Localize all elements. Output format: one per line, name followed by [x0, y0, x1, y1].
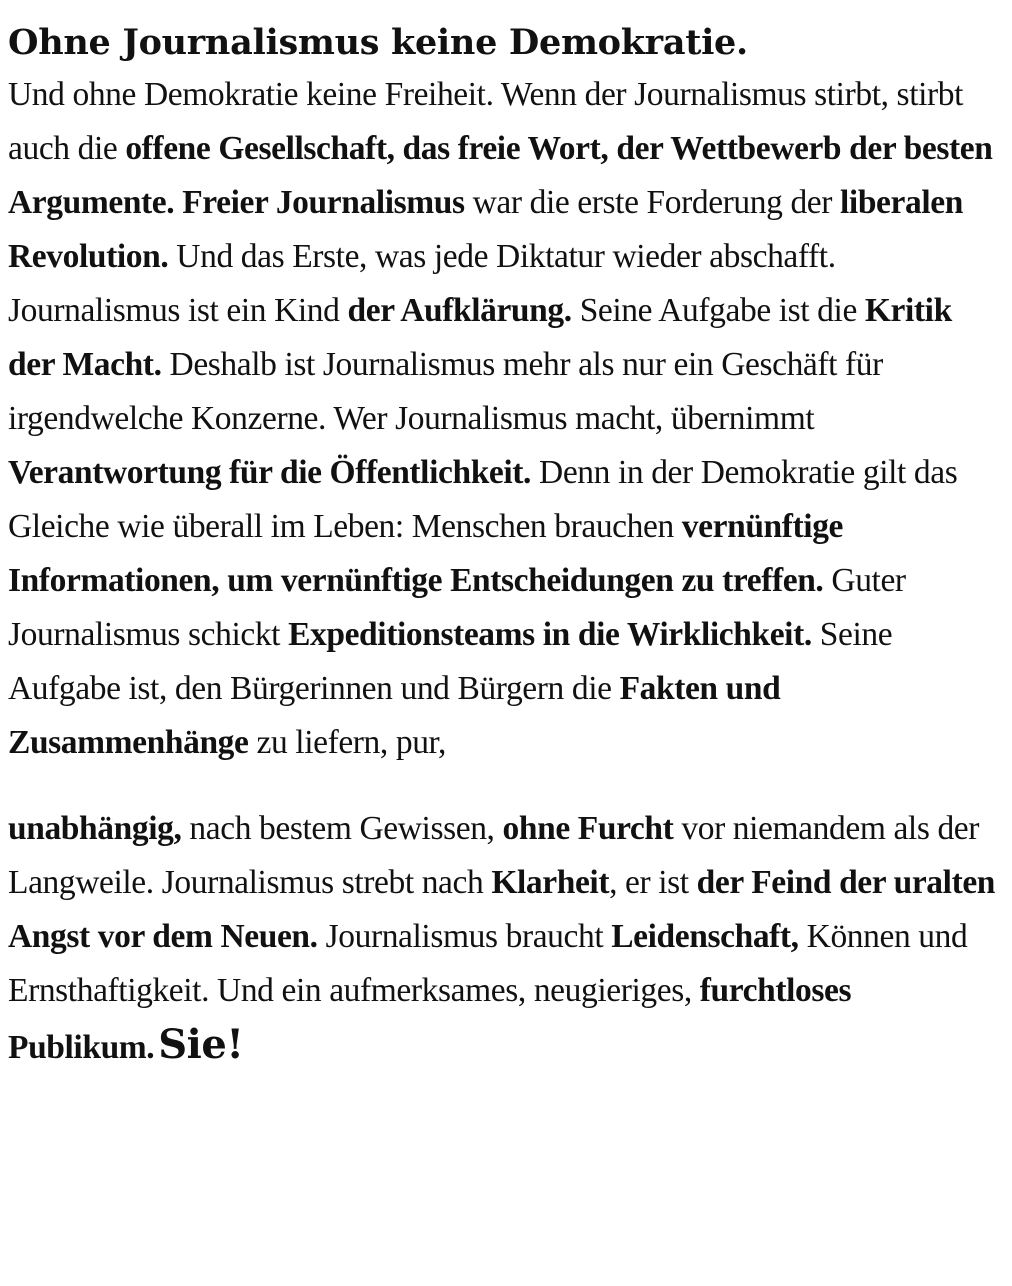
text-run: war die erste Forderung der	[464, 184, 841, 221]
text-run: , er ist	[609, 864, 697, 901]
text-run-bold: Expeditionsteams in die Wirklichkeit.	[288, 616, 812, 653]
paragraph-1: Und ohne Demokratie keine Freiheit. Wenn…	[8, 68, 998, 770]
text-run-bold: Leidenschaft,	[611, 918, 799, 955]
text-run-bold: Verantwortung für die Öffentlichkeit.	[8, 454, 532, 491]
text-run: Journalismus braucht	[317, 918, 612, 955]
text-run-bold: Klarheit	[491, 864, 610, 901]
closing-word: Sie!	[158, 1021, 244, 1068]
text-run: zu liefern, pur,	[248, 724, 446, 761]
heading: Ohne Journalismus keine Demokratie.	[8, 22, 748, 63]
manifesto-page: Ohne Journalismus keine Demokratie. Und …	[0, 0, 1012, 1286]
text-run: nach bestem Gewissen,	[181, 810, 503, 847]
text-run-bold: unabhängig,	[8, 810, 182, 847]
text-run-bold: der Aufklärung.	[347, 292, 573, 329]
text-run: Seine Aufgabe ist die	[571, 292, 865, 329]
paragraph-2: unabhängig, nach bestem Gewissen, ohne F…	[8, 802, 998, 1075]
text-run-bold: ohne Furcht	[502, 810, 674, 847]
